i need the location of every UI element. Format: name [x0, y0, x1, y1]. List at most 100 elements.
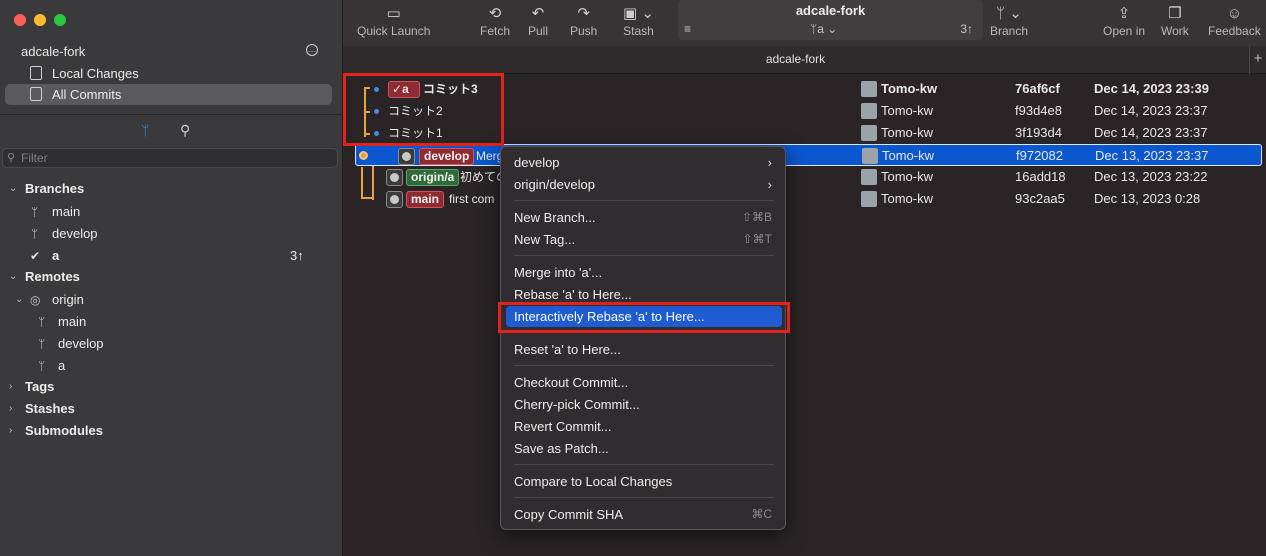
minimize-window-button[interactable]: [34, 14, 46, 26]
menu-item-save-patch[interactable]: Save as Patch...: [506, 438, 782, 459]
add-tab-button[interactable]: +: [1249, 46, 1266, 74]
remotes-section-header[interactable]: ⌄ Remotes: [0, 266, 343, 288]
filter-placeholder: Filter: [21, 151, 48, 165]
nav-local-changes-label: Local Changes: [52, 66, 139, 81]
share-icon: ⇪: [1117, 5, 1131, 22]
nav-all-commits-label: All Commits: [52, 87, 122, 102]
menu-separator: [514, 200, 774, 201]
menu-item-develop[interactable]: develop ›: [506, 152, 782, 173]
commit-date: Dec 13, 2023 23:37: [1095, 148, 1209, 163]
branch-icon: ᛘ: [38, 359, 46, 373]
chevron-right-icon: ›: [767, 177, 772, 192]
github-icon: [398, 148, 415, 165]
filter-input[interactable]: ⚲ Filter: [2, 148, 338, 168]
more-options-icon[interactable]: …: [306, 44, 318, 56]
current-branch-selector[interactable]: ᛘa ⌄: [810, 22, 837, 36]
branch-label: develop: [52, 226, 98, 241]
menu-item-label: Rebase 'a' to Here...: [514, 287, 632, 302]
branches-header-label: Branches: [25, 181, 85, 196]
branch-badge-develop: develop: [419, 148, 475, 165]
fetch-icon: ⟲: [488, 5, 502, 22]
close-window-button[interactable]: [14, 14, 26, 26]
commit-row[interactable]: origin/a 初めての Tomo-kw 16add18 Dec 13, 20…: [343, 166, 1266, 188]
stash-button[interactable]: ▣ ⌄ Stash: [623, 4, 654, 38]
current-branch-label: a: [817, 22, 824, 36]
branch-label: Branch: [990, 24, 1029, 38]
branch-item-main[interactable]: ᛘ main: [0, 201, 343, 223]
github-icon: [386, 191, 403, 208]
stash-icon: ▣ ⌄: [623, 5, 654, 22]
commit-author: Tomo-kw: [881, 103, 934, 118]
commit-list: ✓a コミット3 Tomo-kw 76af6cf Dec 14, 2023 23…: [343, 75, 1266, 556]
push-button[interactable]: ↷ Push: [570, 4, 597, 38]
branch-button[interactable]: ᛘ ⌄ Branch: [990, 4, 1028, 38]
remote-branch-main[interactable]: ᛘ main: [0, 311, 343, 333]
branch-item-a[interactable]: ✔ a 3↑: [0, 245, 343, 267]
menu-item-label: Copy Commit SHA: [514, 507, 624, 522]
push-label: Push: [570, 24, 598, 38]
ahead-count: 3↑: [290, 248, 304, 263]
menu-item-checkout[interactable]: Checkout Commit...: [506, 372, 782, 393]
menu-item-compare[interactable]: Compare to Local Changes: [506, 471, 782, 492]
submodules-section-header[interactable]: › Submodules: [0, 420, 343, 442]
work-icon: ❐: [1168, 5, 1182, 22]
fetch-button[interactable]: ⟲ Fetch: [480, 4, 510, 38]
quick-launch-icon: ▭: [386, 5, 401, 22]
menu-shortcut: ⇧⌘B: [741, 210, 772, 224]
menu-item-copy-sha[interactable]: Copy Commit SHA ⌘C: [506, 504, 782, 525]
menu-item-reset[interactable]: Reset 'a' to Here...: [506, 339, 782, 360]
quick-launch-button[interactable]: ▭ Quick Launch: [357, 4, 430, 38]
menu-shortcut: ⌘C: [751, 507, 772, 521]
all-commits-icon: [30, 87, 42, 101]
open-in-button[interactable]: ⇪ Open in: [1103, 4, 1145, 38]
divider: [0, 114, 343, 115]
menu-item-new-tag[interactable]: New Tag... ⇧⌘T: [506, 229, 782, 250]
menu-item-merge[interactable]: Merge into 'a'...: [506, 262, 782, 283]
avatar: [861, 125, 877, 141]
pull-label: Pull: [528, 24, 549, 38]
nav-all-commits[interactable]: All Commits: [5, 84, 332, 105]
chevron-down-icon: ⌄: [9, 271, 18, 282]
remote-item-origin[interactable]: ⌄ ◎ origin: [0, 289, 343, 311]
branches-section-header[interactable]: ⌄ Branches: [0, 178, 343, 200]
menu-item-new-branch[interactable]: New Branch... ⇧⌘B: [506, 207, 782, 228]
chevron-right-icon: ›: [9, 403, 13, 414]
tags-section-header[interactable]: › Tags: [0, 376, 343, 398]
nav-local-changes[interactable]: Local Changes: [5, 63, 332, 84]
open-in-label: Open in: [1103, 24, 1146, 38]
highlight-box: [498, 302, 790, 333]
commit-row[interactable]: main first com Tomo-kw 93c2aa5 Dec 13, 2…: [343, 188, 1266, 210]
work-button[interactable]: ❐ Work: [1161, 4, 1189, 38]
zoom-window-button[interactable]: [54, 14, 66, 26]
branches-tab-icon[interactable]: ᛘ: [141, 122, 149, 138]
branch-label: main: [52, 204, 81, 219]
feedback-button[interactable]: ☺ Feedback: [1208, 4, 1261, 38]
commit-author: Tomo-kw: [881, 191, 934, 206]
remote-branch-a[interactable]: ᛘ a: [0, 355, 343, 377]
commit-row-selected[interactable]: develop Merg Tomo-kw f972082 Dec 13, 202…: [355, 144, 1262, 166]
branch-item-develop[interactable]: ᛘ develop: [0, 223, 343, 245]
search-tab-icon[interactable]: ⚲: [180, 122, 190, 139]
repository-status[interactable]: adcale-fork ≡ ᛘa ⌄ 3↑: [678, 0, 983, 40]
avatar: [861, 169, 877, 185]
menu-item-cherry-pick[interactable]: Cherry-pick Commit...: [506, 394, 782, 415]
commit-date: Dec 13, 2023 0:28: [1094, 191, 1201, 206]
menu-item-label: Cherry-pick Commit...: [514, 397, 640, 412]
push-icon: ↷: [577, 5, 590, 22]
sidebar: adcale-fork … Local Changes All Commits …: [0, 0, 343, 556]
pull-button[interactable]: ↶ Pull: [528, 4, 548, 38]
menu-item-origin-develop[interactable]: origin/develop ›: [506, 174, 782, 195]
commit-date: Dec 14, 2023 23:37: [1094, 103, 1208, 118]
stashes-section-header[interactable]: › Stashes: [0, 398, 343, 420]
menu-separator: [514, 497, 774, 498]
remote-branch-develop[interactable]: ᛘ develop: [0, 333, 343, 355]
checkmark-icon: ✔: [30, 249, 41, 263]
menu-item-label: develop: [514, 155, 560, 170]
menu-item-revert[interactable]: Revert Commit...: [506, 416, 782, 437]
github-icon: ◎: [30, 293, 41, 307]
menu-item-label: New Tag...: [514, 232, 576, 247]
remote-branch-label: main: [58, 314, 87, 329]
chevron-right-icon: ›: [767, 155, 772, 170]
tab-adcale-fork[interactable]: adcale-fork: [343, 52, 1248, 66]
remote-label: origin: [52, 292, 84, 307]
